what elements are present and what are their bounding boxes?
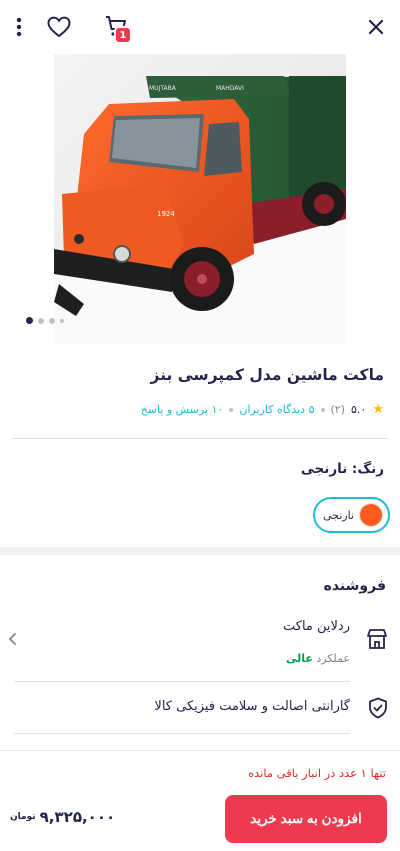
divider (14, 733, 350, 734)
currency-label: تومان (10, 812, 36, 822)
divider (14, 681, 350, 682)
color-option-orange[interactable]: نارنجی (313, 497, 390, 533)
performance-label: عملکرد (316, 652, 350, 665)
close-icon[interactable] (361, 12, 391, 42)
top-bar: 1 (0, 0, 400, 54)
meta-separator (229, 407, 234, 412)
rating-value: ۵.۰ (351, 403, 367, 416)
chevron-left-icon (8, 631, 18, 650)
favorite-heart-icon[interactable] (44, 12, 74, 42)
product-meta: ★ ۵.۰ (۲) ۵ دیدگاه کاربران ۱۰ پرسش و پاس… (141, 402, 384, 417)
performance-value: عالی (285, 652, 313, 665)
gallery-dot-1[interactable] (26, 317, 33, 324)
meta-separator (320, 407, 325, 412)
qa-link[interactable]: ۱۰ پرسش و پاسخ (141, 403, 224, 416)
color-swatch (360, 504, 382, 526)
cab-left-text: MUJTABA (149, 85, 177, 92)
seller-section-title: فروشنده (323, 578, 386, 594)
color-option-label: نارنجی (322, 508, 354, 522)
gallery-pagination (26, 317, 64, 324)
product-title: ماکت ماشین مدل کمپرسی بنز (150, 366, 384, 384)
bottom-bar-border (0, 750, 400, 751)
section-separator (0, 547, 400, 555)
reviews-link[interactable]: ۵ دیدگاه کاربران (239, 403, 314, 416)
door-badge-text: 1924 (157, 210, 175, 218)
star-icon: ★ (372, 402, 384, 417)
cart-button[interactable]: 1 (100, 12, 136, 44)
stock-note: تنها ۱ عدد در انبار باقی مانده (248, 766, 386, 780)
truck-photo: MUJTABA MAHDAVI 1924 (54, 54, 346, 344)
cart-count-badge: 1 (114, 26, 132, 44)
warranty-label: گارانتی اصالت و سلامت فیزیکی کالا (154, 699, 350, 714)
gallery-dot-3[interactable] (49, 317, 55, 324)
seller-name[interactable]: ردلاین ماکت (283, 619, 350, 634)
add-to-cart-button[interactable]: افزودن به سبد خرید (225, 795, 387, 843)
price-amount: ۹,۳۲۵,۰۰۰ (39, 808, 116, 826)
rating-count: (۲) (330, 403, 346, 416)
seller-performance: عملکرد عالی (286, 652, 350, 665)
price: ۹,۳۲۵,۰۰۰ تومان (10, 808, 115, 826)
product-image[interactable]: MUJTABA MAHDAVI 1924 (54, 54, 346, 344)
cab-right-text: MAHDAVI (216, 85, 244, 92)
gallery-dot-2[interactable] (38, 317, 44, 324)
gallery-dot-4[interactable] (60, 318, 64, 323)
color-label: رنگ: نارنجی (300, 461, 384, 477)
shield-check-icon (368, 697, 388, 723)
store-icon (366, 628, 388, 654)
more-options-icon[interactable] (4, 12, 34, 42)
divider (12, 438, 388, 439)
